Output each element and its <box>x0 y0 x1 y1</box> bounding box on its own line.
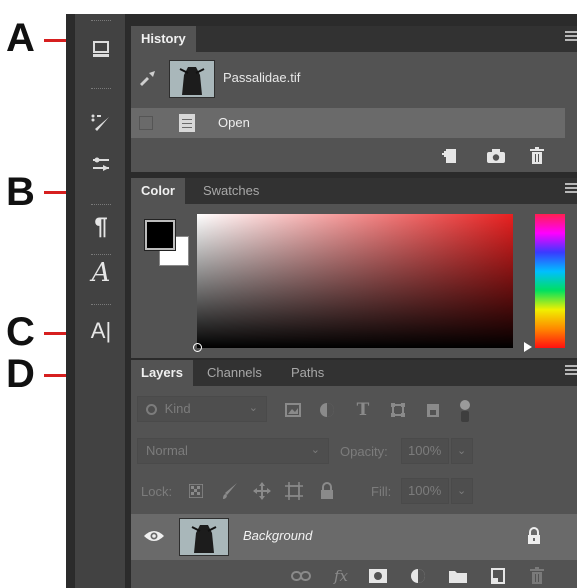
hue-slider-handle[interactable] <box>524 342 532 352</box>
layer-name[interactable]: Background <box>243 528 312 543</box>
chevron-down-icon: ⌄ <box>248 402 258 414</box>
filter-adjustment-icon[interactable] <box>317 400 337 420</box>
callout-d: D <box>6 352 35 396</box>
tab-history[interactable]: History <box>131 26 196 52</box>
character-icon[interactable]: A <box>85 258 117 288</box>
snapshot-brush-icon[interactable] <box>137 68 159 90</box>
layer-visibility-eye-icon[interactable] <box>143 528 165 544</box>
filter-pixel-icon[interactable] <box>283 400 303 420</box>
paragraph-icon[interactable]: ¶ <box>85 212 117 242</box>
layers-menu-icon[interactable] <box>565 365 577 379</box>
history-state-open[interactable]: Open <box>131 108 565 138</box>
lock-all-icon[interactable] <box>317 480 337 502</box>
layers-panel: Layers Channels Paths Kind ⌄ T Normal ⌄ … <box>131 360 577 588</box>
layer-row-background[interactable]: Background <box>131 514 577 560</box>
opacity-value: 100% <box>408 443 442 458</box>
snapshot-thumbnail <box>169 60 215 98</box>
new-layer-icon[interactable] <box>487 566 509 586</box>
new-adjustment-layer-icon[interactable] <box>407 566 429 586</box>
hue-slider[interactable] <box>535 214 565 348</box>
opacity-dropdown[interactable]: ⌄ <box>451 438 473 464</box>
document-icon <box>179 114 195 132</box>
opacity-input[interactable]: 100% <box>401 438 449 464</box>
color-panel: Color Swatches <box>131 178 577 358</box>
blend-mode-value: Normal <box>146 443 188 458</box>
filter-shape-icon[interactable] <box>388 400 408 420</box>
panel-icon-strip: ¶ A A| <box>74 14 126 588</box>
delete-state-icon[interactable] <box>527 146 547 166</box>
strip-grip[interactable] <box>91 254 111 256</box>
color-picker-field[interactable] <box>193 214 513 352</box>
callout-c: C <box>6 310 35 354</box>
history-snapshot-row[interactable]: Passalidae.tif <box>131 56 577 102</box>
snapshot-name: Passalidae.tif <box>223 70 301 85</box>
lock-transparent-pixels-icon[interactable] <box>187 482 205 500</box>
filter-kind-label: Kind <box>164 401 191 416</box>
strip-grip[interactable] <box>91 204 111 206</box>
libraries-icon[interactable] <box>85 34 117 64</box>
opacity-label: Opacity: <box>340 444 388 459</box>
layer-style-fx-icon[interactable]: fx <box>329 566 353 586</box>
foreground-color-swatch[interactable] <box>145 220 175 250</box>
lock-label: Lock: <box>141 484 173 499</box>
brush-settings-icon[interactable] <box>85 108 117 138</box>
tab-paths[interactable]: Paths <box>281 360 334 386</box>
history-tabbar: History <box>131 26 577 52</box>
tab-layers[interactable]: Layers <box>131 360 193 386</box>
color-tabbar: Color Swatches <box>131 178 577 204</box>
tab-swatches[interactable]: Swatches <box>193 178 269 204</box>
state-label: Open <box>218 115 250 130</box>
tool-presets-icon[interactable] <box>85 150 117 180</box>
fill-dropdown[interactable]: ⌄ <box>451 478 473 504</box>
strip-grip[interactable] <box>91 88 111 90</box>
strip-grip[interactable] <box>91 20 111 22</box>
strip-grip[interactable] <box>91 304 111 306</box>
new-group-folder-icon[interactable] <box>447 566 469 586</box>
filter-toggle-icon[interactable] <box>457 398 473 424</box>
text-tool-icon[interactable]: A| <box>85 316 117 346</box>
chevron-down-icon: ⌄ <box>310 444 320 456</box>
filter-smart-object-icon[interactable] <box>423 400 443 420</box>
lock-position-icon[interactable] <box>251 480 273 502</box>
layers-tabbar: Layers Channels Paths <box>131 360 577 386</box>
state-checkbox[interactable] <box>139 116 153 130</box>
history-menu-icon[interactable] <box>565 31 577 45</box>
delete-layer-icon[interactable] <box>527 566 547 586</box>
callout-b: B <box>6 170 35 214</box>
fill-label: Fill: <box>371 484 392 499</box>
add-mask-icon[interactable] <box>367 566 389 586</box>
filter-type-icon[interactable]: T <box>353 400 373 420</box>
layer-filter-kind[interactable]: Kind ⌄ <box>137 396 267 422</box>
lock-artboard-icon[interactable] <box>283 480 305 502</box>
fill-value: 100% <box>408 483 442 498</box>
link-layers-icon[interactable] <box>289 566 313 586</box>
camera-icon[interactable] <box>485 146 507 166</box>
new-document-from-state-icon[interactable] <box>439 146 459 166</box>
history-panel: History Passalidae.tif Open <box>131 26 577 172</box>
picker-cursor[interactable] <box>193 343 202 352</box>
callout-a: A <box>6 16 35 60</box>
color-menu-icon[interactable] <box>565 183 577 197</box>
lock-image-pixels-icon[interactable] <box>219 480 241 502</box>
layer-lock-icon <box>527 527 541 545</box>
tab-channels[interactable]: Channels <box>197 360 272 386</box>
layer-thumbnail <box>179 518 229 556</box>
blend-mode-select[interactable]: Normal ⌄ <box>137 438 329 464</box>
tab-color[interactable]: Color <box>131 178 185 204</box>
filter-search-icon <box>146 404 157 416</box>
fill-input[interactable]: 100% <box>401 478 449 504</box>
